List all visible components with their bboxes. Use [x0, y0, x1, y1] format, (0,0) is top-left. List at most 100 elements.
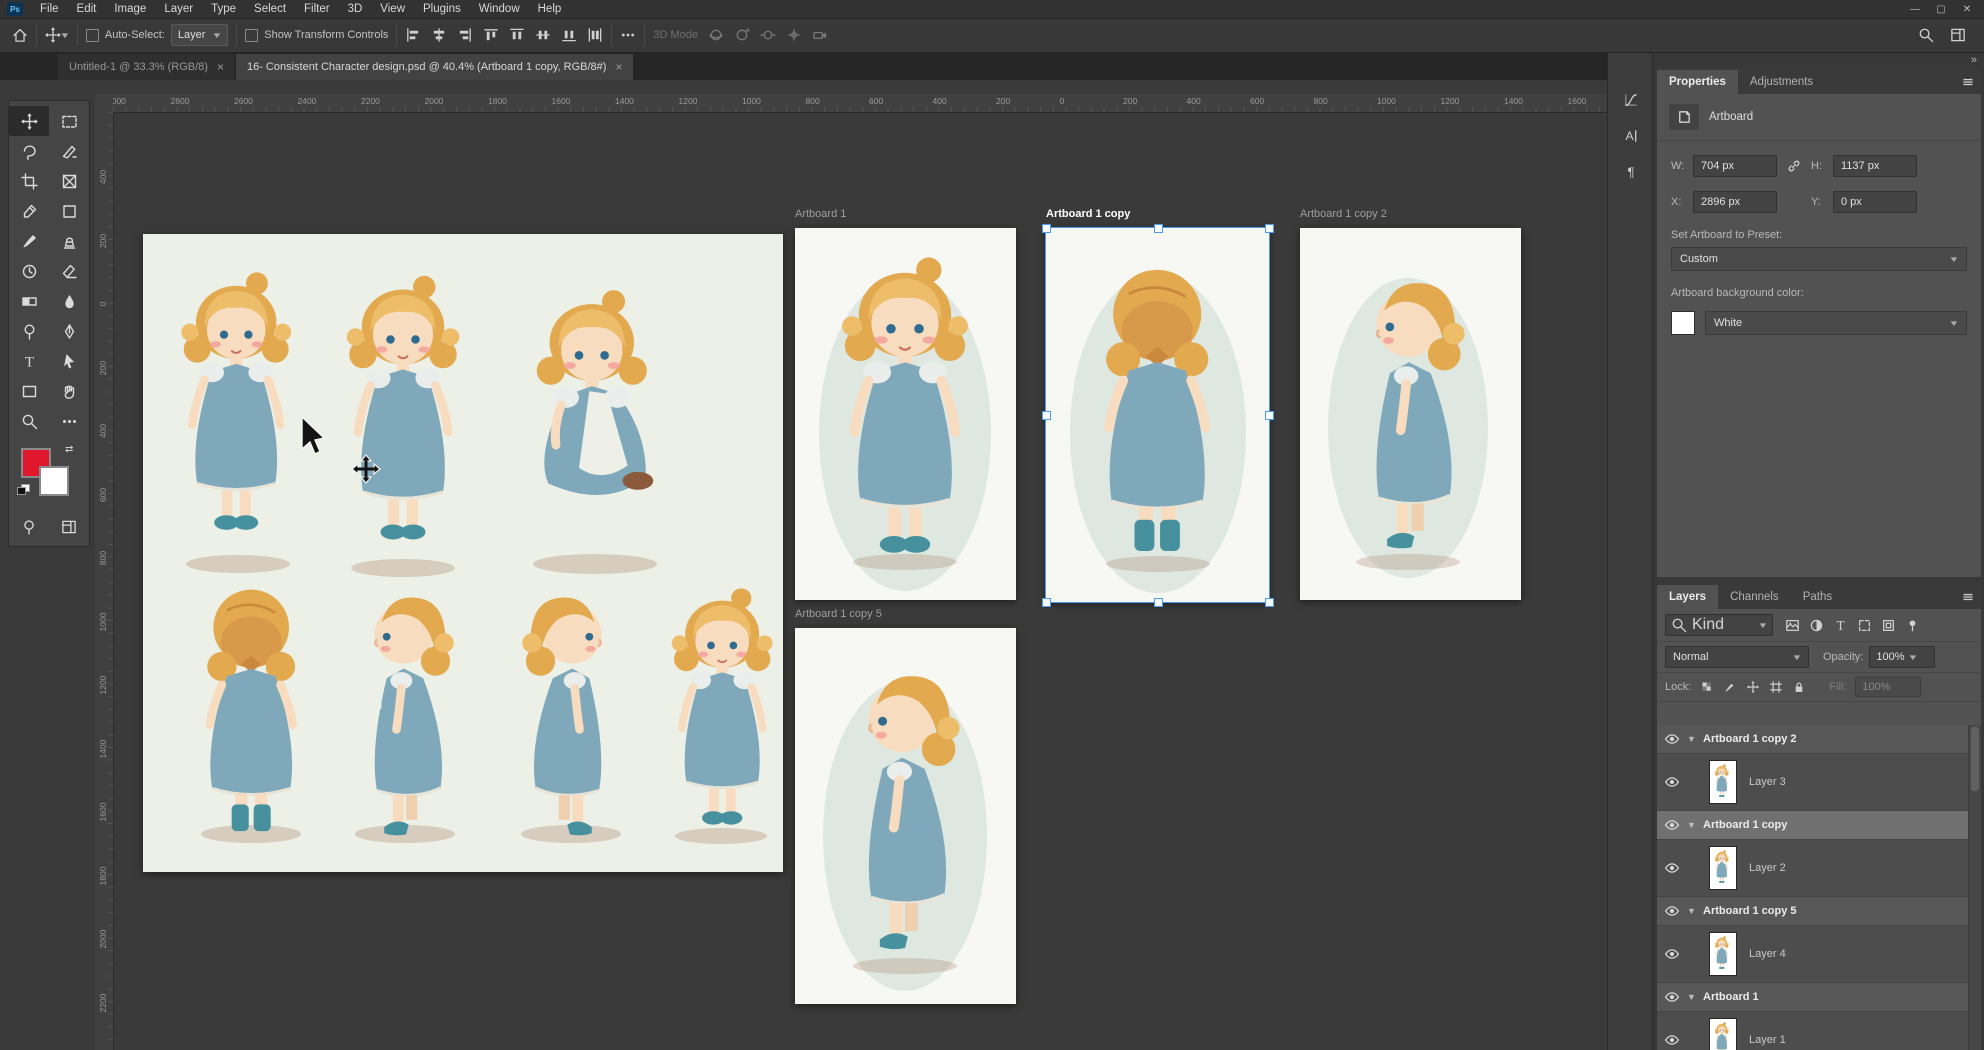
home-icon[interactable] — [12, 27, 28, 43]
visibility-eye-icon[interactable] — [1657, 948, 1687, 960]
panel-menu-icon[interactable] — [1961, 590, 1975, 604]
type-layer-filter-icon[interactable]: T — [1833, 618, 1848, 633]
layers-tab-paths[interactable]: Paths — [1791, 585, 1844, 609]
frame-tool[interactable] — [49, 166, 89, 196]
lock-all-icon[interactable] — [1792, 680, 1806, 694]
visibility-eye-icon[interactable] — [1657, 862, 1687, 874]
distribute-vertical-centers-icon[interactable] — [535, 27, 551, 43]
artboard-canvas[interactable] — [795, 628, 1016, 1004]
crop-tool[interactable] — [9, 166, 49, 196]
selection-handle[interactable] — [1154, 224, 1163, 233]
visibility-eye-icon[interactable] — [1657, 991, 1687, 1003]
artboard-label[interactable]: Artboard 1 — [795, 208, 846, 220]
menu-help[interactable]: Help — [529, 0, 571, 18]
swap-colors-icon[interactable]: ⇄ — [65, 444, 73, 455]
character-panel-icon[interactable]: A — [1623, 128, 1639, 144]
layer-row[interactable]: Layer 4 — [1657, 926, 1969, 983]
dodge-tool[interactable] — [9, 316, 49, 346]
object-selection-tool[interactable] — [49, 136, 89, 166]
align-horizontal-centers-icon[interactable] — [431, 27, 447, 43]
menu-select[interactable]: Select — [245, 0, 295, 18]
smart-object-filter-icon[interactable] — [1881, 618, 1896, 633]
workspace-icon[interactable] — [1950, 27, 1966, 43]
layers-tab-channels[interactable]: Channels — [1718, 585, 1791, 609]
chevron-down-icon[interactable]: ▼ — [1687, 906, 1703, 916]
artboard-group-row[interactable]: ▼Artboard 1 copy 2 — [1657, 725, 1969, 754]
quick-mask-button[interactable] — [9, 512, 49, 542]
menu-file[interactable]: File — [31, 0, 68, 18]
artboard-group-row[interactable]: ▼Artboard 1 copy 5 — [1657, 897, 1969, 926]
healing-brush-tool[interactable] — [49, 196, 89, 226]
auto-select-checkbox[interactable] — [86, 29, 99, 42]
selection-handle[interactable] — [1042, 598, 1051, 607]
artboard-label[interactable]: Artboard 1 copy 5 — [795, 608, 882, 620]
menu-edit[interactable]: Edit — [68, 0, 106, 18]
layers-scrollbar[interactable] — [1968, 725, 1981, 1050]
horizontal-ruler[interactable]: 3000280026002400220020001800160014001200… — [113, 94, 1607, 113]
panel-menu-icon[interactable] — [1961, 75, 1975, 89]
layer-row[interactable]: Layer 2 — [1657, 840, 1969, 897]
ruler-corner[interactable] — [95, 94, 114, 113]
more-options-icon[interactable] — [620, 27, 636, 43]
adjustment-layer-filter-icon[interactable] — [1809, 618, 1824, 633]
y-field[interactable]: 0 px — [1833, 191, 1917, 213]
visibility-eye-icon[interactable] — [1657, 733, 1687, 745]
layers-tab-layers[interactable]: Layers — [1657, 585, 1718, 609]
lasso-tool[interactable] — [9, 136, 49, 166]
selection-handle[interactable] — [1265, 411, 1274, 420]
move-tool[interactable] — [9, 106, 49, 136]
background-color-dropdown[interactable]: White ▼ — [1705, 311, 1967, 335]
chevron-down-icon[interactable]: ▼ — [1687, 820, 1703, 830]
menu-3d[interactable]: 3D — [339, 0, 372, 18]
opacity-field[interactable]: 100% ▼ — [1869, 646, 1935, 668]
artboard-label[interactable]: Artboard 1 copy — [1046, 208, 1130, 220]
eyedropper-tool[interactable] — [9, 196, 49, 226]
path-selection-tool[interactable] — [49, 346, 89, 376]
artboard-canvas[interactable] — [795, 228, 1016, 600]
visibility-eye-icon[interactable] — [1657, 819, 1687, 831]
screen-mode-button[interactable] — [49, 512, 89, 542]
eraser-tool[interactable] — [49, 256, 89, 286]
maximize-button[interactable]: ▢ — [1930, 1, 1952, 17]
menu-image[interactable]: Image — [105, 0, 155, 18]
layer-row[interactable]: Layer 3 — [1657, 754, 1969, 811]
visibility-eye-icon[interactable] — [1657, 776, 1687, 788]
distribute-bottom-icon[interactable] — [561, 27, 577, 43]
selection-handle[interactable] — [1042, 411, 1051, 420]
lock-artboard-icon[interactable] — [1769, 680, 1783, 694]
background-color-swatch[interactable] — [1671, 311, 1695, 335]
preset-dropdown[interactable]: Custom ▼ — [1671, 247, 1967, 271]
background-color-swatch[interactable] — [39, 466, 69, 496]
blur-tool[interactable] — [49, 286, 89, 316]
collapse-panels-chevron-icon[interactable]: » — [1971, 54, 1977, 66]
document-tab-1[interactable]: Untitled-1 @ 33.3% (RGB/8)× — [58, 54, 236, 80]
minimize-button[interactable]: — — [1904, 1, 1926, 17]
menu-filter[interactable]: Filter — [295, 0, 339, 18]
marquee-tool[interactable] — [49, 106, 89, 136]
align-right-edges-icon[interactable] — [457, 27, 473, 43]
blend-mode-dropdown[interactable]: Normal ▼ — [1665, 646, 1809, 668]
layer-filter-dropdown[interactable]: Kind ▼ — [1665, 614, 1773, 636]
chevron-down-icon[interactable]: ▼ — [1687, 734, 1703, 744]
close-tab-icon[interactable]: × — [615, 60, 622, 74]
selection-handle[interactable] — [1042, 224, 1051, 233]
paragraph-panel-icon[interactable]: ¶ — [1623, 164, 1639, 180]
distribute-left-icon[interactable] — [587, 27, 603, 43]
artboard-canvas[interactable] — [1300, 228, 1521, 600]
auto-select-mode-dropdown[interactable]: Layer▼ — [171, 24, 228, 46]
rectangle-tool[interactable] — [9, 376, 49, 406]
width-field[interactable]: 704 px — [1693, 155, 1777, 177]
canvas-area[interactable]: 3000280026002400220020001800160014001200… — [0, 80, 1607, 1050]
pixel-layer-filter-icon[interactable] — [1785, 618, 1800, 633]
history-brush-tool[interactable] — [9, 256, 49, 286]
brush-tool[interactable] — [9, 226, 49, 256]
vertical-ruler[interactable]: 4002000200400600800100012001400160018002… — [95, 112, 114, 1050]
lock-pixels-icon[interactable] — [1723, 680, 1737, 694]
gradient-tool[interactable] — [9, 286, 49, 316]
artboard-group-row[interactable]: ▼Artboard 1 — [1657, 983, 1969, 1012]
zoom-tool[interactable] — [9, 406, 49, 436]
selection-handle[interactable] — [1265, 598, 1274, 607]
default-colors-icon[interactable] — [17, 484, 30, 495]
link-dimensions-icon[interactable] — [1786, 158, 1802, 174]
x-field[interactable]: 2896 px — [1693, 191, 1777, 213]
